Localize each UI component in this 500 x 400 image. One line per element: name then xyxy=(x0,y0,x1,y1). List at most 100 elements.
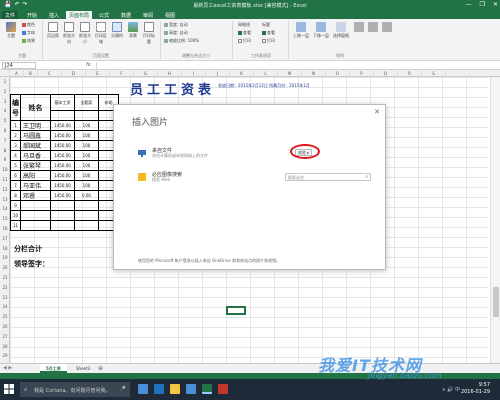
column-header-n[interactable]: N xyxy=(302,70,326,77)
width-control[interactable]: 宽度: 自动 xyxy=(164,22,188,28)
row-header-18[interactable]: 18 xyxy=(0,246,10,251)
dialog-close-button[interactable]: ✕ xyxy=(374,108,380,116)
close-button[interactable]: ✕ xyxy=(493,1,498,8)
cell-base[interactable]: 1450.00 xyxy=(50,190,75,201)
cell-attendance[interactable]: 0.00 xyxy=(74,190,99,201)
row-header-14[interactable]: 14 xyxy=(0,206,10,211)
cell-name[interactable]: 马旦香 xyxy=(20,150,51,161)
cell-no[interactable]: 9 xyxy=(10,200,21,211)
send-backward-button[interactable]: 下移一层 xyxy=(312,21,330,43)
column-header-s[interactable]: S xyxy=(422,70,446,77)
cell-attendance[interactable]: 100 xyxy=(74,150,99,161)
margins-button[interactable]: 页边距 xyxy=(46,21,60,43)
column-header-p[interactable]: P xyxy=(350,70,374,77)
cell-base[interactable]: 1450.00 xyxy=(50,170,75,181)
column-header-g[interactable]: G xyxy=(134,70,158,77)
row-header-11[interactable]: 11 xyxy=(0,177,10,182)
cell-name[interactable]: 马圆鑫 xyxy=(20,130,51,141)
row-header-12[interactable]: 12 xyxy=(0,187,10,192)
bing-search-input[interactable]: 搜索必应 ⌕ xyxy=(285,173,371,181)
cortana-search-box[interactable]: ⌕ 我是 Cortana。有问题尽管问我。 🎤 xyxy=(20,382,130,397)
row-header-9[interactable]: 9 xyxy=(0,157,10,162)
header-base[interactable]: 基本工资 xyxy=(50,94,75,111)
row-header-13[interactable]: 13 xyxy=(0,197,10,202)
cell-name[interactable] xyxy=(20,210,51,221)
align-button[interactable] xyxy=(352,21,366,43)
undo-icon[interactable]: ↶ xyxy=(14,1,19,8)
print-titles-button[interactable]: 打印标题 xyxy=(142,21,156,44)
colors-button[interactable]: 颜色 xyxy=(22,22,35,28)
cell-base[interactable]: 1450.00 xyxy=(50,120,75,131)
column-header-o[interactable]: O xyxy=(326,70,350,77)
cell-name[interactable]: 高阳 xyxy=(20,170,51,181)
column-header-a[interactable]: A xyxy=(10,70,24,77)
orientation-button[interactable]: 纸张方向 xyxy=(62,21,76,44)
search-icon[interactable]: ⌕ xyxy=(365,174,368,181)
cell-base[interactable]: 1450.00 xyxy=(50,150,75,161)
themes-button[interactable]: 主题 xyxy=(4,21,18,43)
row-header-25[interactable]: 25 xyxy=(0,314,10,319)
column-header-i[interactable]: I xyxy=(182,70,206,77)
scale-control[interactable]: 缩放比例: 100% xyxy=(164,38,199,44)
cell-base[interactable]: 1450.00 xyxy=(50,180,75,191)
size-button[interactable]: 纸张大小 xyxy=(78,21,92,44)
height-control[interactable]: 高度: 自动 xyxy=(164,30,188,36)
row-header-29[interactable]: 29 xyxy=(0,353,10,358)
cell-base[interactable] xyxy=(50,200,75,211)
header-attendance[interactable]: 全勤奖 xyxy=(74,94,99,111)
cell-base[interactable]: 1450.00 xyxy=(50,130,75,141)
column-header-r[interactable]: R xyxy=(398,70,422,77)
column-header-c[interactable]: C xyxy=(38,70,62,77)
cell-no[interactable]: 3 xyxy=(10,140,21,151)
row-header-5[interactable]: 5 xyxy=(0,118,10,123)
cell-base[interactable]: 1450.00 xyxy=(50,160,75,171)
cell-name[interactable]: 张繁琴 xyxy=(20,160,51,171)
tab-data[interactable]: 数据 xyxy=(118,11,134,19)
tab-review[interactable]: 审阅 xyxy=(140,11,156,19)
headings-view-checkbox[interactable]: 查看 xyxy=(262,30,275,36)
background-button[interactable]: 背景 xyxy=(126,21,140,43)
column-header-d[interactable]: D xyxy=(62,70,86,77)
tab-page-layout[interactable]: 页面布局 xyxy=(66,11,93,19)
excel-icon[interactable] xyxy=(202,384,212,394)
row-header-1[interactable]: 1 xyxy=(0,79,10,84)
column-header-k[interactable]: K xyxy=(230,70,254,77)
row-header-22[interactable]: 22 xyxy=(0,285,10,290)
row-header-19[interactable]: 19 xyxy=(0,255,10,260)
cell-name[interactable] xyxy=(20,220,51,231)
cell-no[interactable]: 7 xyxy=(10,180,21,191)
sheet-tab-may-salary[interactable]: 5月工资 xyxy=(40,364,67,373)
column-header-j[interactable]: J xyxy=(206,70,230,77)
sheet-tab-sheet3[interactable]: Sheet3 xyxy=(70,364,96,373)
column-header-f[interactable]: F xyxy=(110,70,134,77)
tab-formulas[interactable]: 公式 xyxy=(96,11,112,19)
cell-no[interactable]: 4 xyxy=(10,150,21,161)
vertical-scrollbar[interactable] xyxy=(490,77,500,363)
add-sheet-icon[interactable]: ⊕ xyxy=(98,365,103,372)
row-header-27[interactable]: 27 xyxy=(0,334,10,339)
row-header-15[interactable]: 15 xyxy=(0,216,10,221)
header-no[interactable]: 编号 xyxy=(10,94,21,121)
scrollbar-thumb[interactable] xyxy=(493,287,499,317)
header-name[interactable]: 姓名 xyxy=(20,94,51,121)
gridlines-print-checkbox[interactable]: 打印 xyxy=(238,38,251,44)
cell-name[interactable]: 马亚伟 xyxy=(20,180,51,191)
column-header-h[interactable]: H xyxy=(158,70,182,77)
tab-insert[interactable]: 插入 xyxy=(46,11,62,19)
row-header-2[interactable]: 2 xyxy=(0,89,10,94)
cell-no[interactable]: 1 xyxy=(10,120,21,131)
row-header-17[interactable]: 17 xyxy=(0,236,10,241)
column-header-m[interactable]: M xyxy=(278,70,302,77)
selected-cell[interactable] xyxy=(226,306,246,315)
cell-name[interactable]: 郝国斌 xyxy=(20,140,51,151)
cell-base[interactable] xyxy=(50,220,75,231)
task-view-icon[interactable] xyxy=(138,384,148,394)
row-header-20[interactable]: 20 xyxy=(0,265,10,270)
cell-base[interactable]: 1450.00 xyxy=(50,140,75,151)
tab-file[interactable]: 文件 xyxy=(2,11,19,19)
row-header-24[interactable]: 24 xyxy=(0,304,10,309)
tab-home[interactable]: 开始 xyxy=(24,11,40,19)
tab-view[interactable]: 视图 xyxy=(162,11,178,19)
edge-icon[interactable] xyxy=(154,384,164,394)
cell-no[interactable]: 8 xyxy=(10,190,21,201)
